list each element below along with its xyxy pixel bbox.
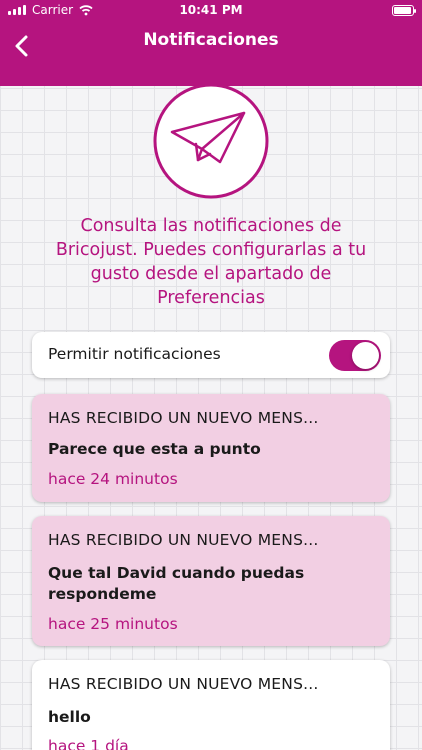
notification-message: Que tal David cuando puedas respondeme — [48, 564, 305, 603]
notification-card[interactable]: HAS RECIBIDO UN NUEVO MENS... hello hace… — [32, 660, 390, 750]
notification-time: hace 24 minutos — [48, 470, 178, 488]
notification-time: hace 1 día — [48, 737, 129, 750]
notification-time: hace 25 minutos — [48, 615, 178, 633]
notification-message: hello — [48, 708, 91, 726]
paper-plane-icon — [153, 83, 269, 199]
status-bar: Carrier 10:41 PM — [0, 0, 422, 22]
page-title: Notificaciones — [143, 30, 279, 50]
battery-icon — [392, 5, 416, 16]
notification-message: Parece que esta a punto — [48, 440, 261, 458]
nav-header: Carrier 10:41 PM Notificaciones — [0, 0, 422, 86]
notification-title: HAS RECIBIDO UN NUEVO MENS... — [48, 531, 319, 549]
allow-notifications-label: Permitir notificaciones — [48, 345, 221, 363]
notification-card[interactable]: HAS RECIBIDO UN NUEVO MENS... Parece que… — [32, 394, 390, 502]
intro-text: Consulta las notificaciones de Bricojust… — [55, 216, 367, 308]
notification-title: HAS RECIBIDO UN NUEVO MENS... — [48, 675, 319, 693]
notification-title: HAS RECIBIDO UN NUEVO MENS... — [48, 409, 319, 427]
allow-notifications-toggle[interactable] — [329, 340, 381, 371]
status-time: 10:41 PM — [179, 3, 243, 17]
allow-notifications-row: Permitir notificaciones — [32, 332, 390, 378]
notification-card[interactable]: HAS RECIBIDO UN NUEVO MENS... Que tal Da… — [32, 516, 390, 646]
